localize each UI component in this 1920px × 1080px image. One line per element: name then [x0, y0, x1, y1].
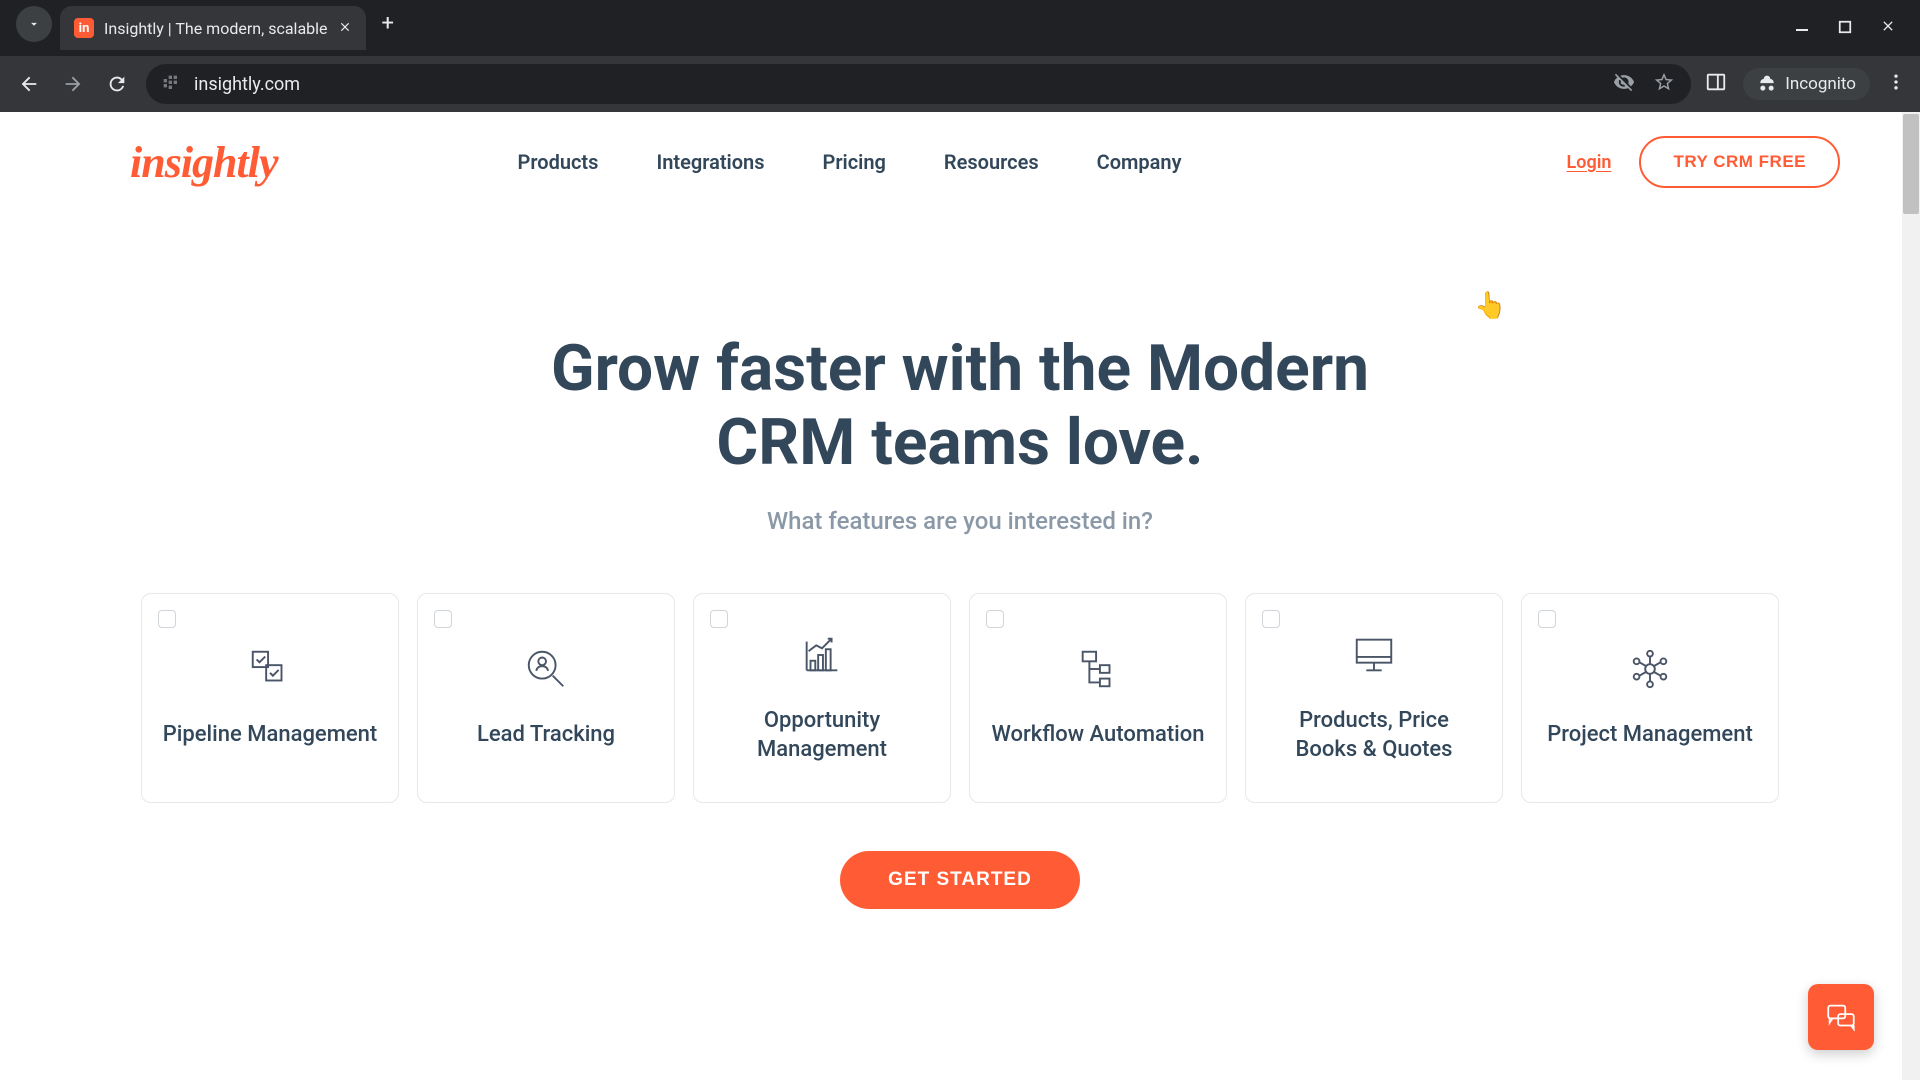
nav-integrations[interactable]: Integrations [656, 150, 764, 174]
side-panel-icon[interactable] [1705, 71, 1727, 97]
decorative-blob [509, 769, 1012, 1080]
nav-products[interactable]: Products [518, 150, 599, 174]
search-person-icon [523, 646, 569, 692]
feature-card-products[interactable]: Products, Price Books & Quotes [1245, 593, 1503, 803]
incognito-badge[interactable]: Incognito [1743, 68, 1870, 100]
site-settings-icon[interactable] [162, 74, 182, 94]
feature-label: Lead Tracking [457, 720, 635, 750]
eye-off-icon[interactable] [1613, 71, 1635, 97]
maximize-icon[interactable] [1838, 19, 1852, 38]
feature-card-workflow[interactable]: Workflow Automation [969, 593, 1227, 803]
checkbox[interactable] [710, 610, 728, 628]
menu-icon[interactable] [1886, 72, 1906, 96]
minimize-icon[interactable] [1794, 18, 1810, 38]
hero-title: Grow faster with the Modern CRM teams lo… [510, 332, 1410, 479]
hero-section: Grow faster with the Modern CRM teams lo… [0, 212, 1920, 909]
favicon-icon: in [74, 18, 94, 38]
tab-search-button[interactable] [16, 6, 52, 42]
checkbox[interactable] [158, 610, 176, 628]
main-nav: Products Integrations Pricing Resources … [518, 150, 1182, 174]
network-icon [1627, 646, 1673, 692]
feature-card-lead[interactable]: Lead Tracking [417, 593, 675, 803]
feature-label: Pipeline Management [143, 720, 398, 750]
chart-growth-icon [799, 632, 845, 678]
nav-resources[interactable]: Resources [944, 150, 1039, 174]
feature-label: Workflow Automation [971, 720, 1224, 750]
nav-company[interactable]: Company [1097, 150, 1182, 174]
checkbox[interactable] [1262, 610, 1280, 628]
feature-label: Opportunity Management [694, 706, 950, 765]
checkbox[interactable] [1538, 610, 1556, 628]
feature-card-pipeline[interactable]: Pipeline Management [141, 593, 399, 803]
browser-titlebar: in Insightly | The modern, scalable + [0, 0, 1920, 56]
logo[interactable]: insightly [130, 137, 278, 188]
tab-title: Insightly | The modern, scalable [104, 19, 328, 38]
feature-card-opportunity[interactable]: Opportunity Management [693, 593, 951, 803]
browser-tab[interactable]: in Insightly | The modern, scalable [60, 6, 366, 50]
page-content: insightly Products Integrations Pricing … [0, 112, 1920, 1080]
get-started-button[interactable]: GET STARTED [840, 851, 1080, 909]
address-bar[interactable]: insightly.com [146, 64, 1691, 104]
bookmark-icon[interactable] [1653, 71, 1675, 97]
feature-label: Products, Price Books & Quotes [1246, 706, 1502, 765]
forward-button[interactable] [58, 73, 88, 95]
checkbox[interactable] [434, 610, 452, 628]
scrollbar-thumb[interactable] [1903, 114, 1919, 214]
workflow-icon [1075, 646, 1121, 692]
close-window-icon[interactable] [1880, 18, 1896, 38]
decorative-blob [1093, 758, 1586, 1080]
feature-label: Project Management [1527, 720, 1773, 750]
close-tab-icon[interactable] [338, 19, 352, 38]
monitor-icon [1351, 632, 1397, 678]
checklist-icon [247, 646, 293, 692]
back-button[interactable] [14, 73, 44, 95]
chat-widget-button[interactable] [1808, 984, 1874, 1050]
incognito-label: Incognito [1785, 74, 1856, 94]
nav-pricing[interactable]: Pricing [823, 150, 886, 174]
site-header: insightly Products Integrations Pricing … [0, 112, 1920, 212]
reload-button[interactable] [102, 73, 132, 95]
browser-toolbar: insightly.com Incognito [0, 56, 1920, 112]
feature-card-project[interactable]: Project Management [1521, 593, 1779, 803]
new-tab-button[interactable]: + [382, 11, 394, 36]
try-free-button[interactable]: TRY CRM FREE [1639, 136, 1840, 188]
login-link[interactable]: Login [1567, 152, 1612, 173]
checkbox[interactable] [986, 610, 1004, 628]
feature-grid: Pipeline Management Lead Tracking Opport… [0, 593, 1920, 803]
hero-subtitle: What features are you interested in? [0, 507, 1920, 535]
url-text: insightly.com [194, 74, 1601, 95]
